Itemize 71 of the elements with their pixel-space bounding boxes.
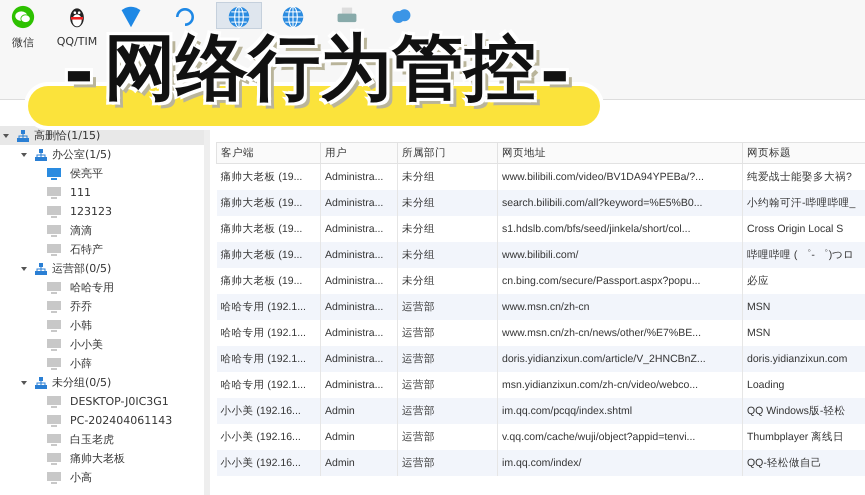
table-cell: 痛帅大老板 (19... [216, 190, 320, 216]
table-cell: MSN [742, 294, 865, 320]
globe-icon [227, 5, 251, 29]
table-cell: 哈哈专用 (192.1... [216, 294, 320, 320]
table-cell: www.msn.cn/zh-cn [498, 294, 742, 320]
tree-item[interactable]: 小高 [0, 468, 204, 487]
table-cell: doris.yidianzixun.com [742, 346, 865, 372]
tree-item[interactable]: 石特产 [0, 240, 204, 259]
caption-dash: - [64, 61, 94, 83]
table-cell: 未分组 [398, 190, 498, 216]
column-header[interactable]: 所属部门 [398, 142, 498, 164]
table-cell: doris.yidianzixun.com/article/V_2HNCBnZ... [498, 346, 742, 372]
caption-dash: - [540, 61, 570, 83]
tree-item[interactable]: 滴滴 [0, 221, 204, 240]
tree-item[interactable]: 高删恰(1/15) [0, 126, 204, 145]
refresh-icon [173, 5, 197, 29]
tree-item[interactable]: 侯亮平 [0, 164, 204, 183]
chat-icon [11, 5, 35, 29]
table-cell: 运营部 [398, 294, 498, 320]
caret-icon[interactable] [2, 132, 10, 140]
tree-item[interactable]: 乔乔 [0, 297, 204, 316]
table-cell: im.qq.com/index/ [498, 450, 742, 476]
table-cell: Administra... [320, 190, 398, 216]
tree-item[interactable]: 小薛 [0, 354, 204, 373]
tree-item[interactable]: 小小美 [0, 335, 204, 354]
table-cell: 运营部 [398, 398, 498, 424]
table-cell: Admin [320, 398, 398, 424]
table-cell: im.qq.com/pcqq/index.shtml [498, 398, 742, 424]
table-cell: Administra... [320, 294, 398, 320]
table-cell: QQ-轻松做自己 [742, 450, 865, 476]
column-header[interactable]: 客户端 [216, 142, 320, 164]
group-icon [34, 262, 48, 276]
caret-icon[interactable] [20, 378, 28, 386]
group-icon [34, 376, 48, 390]
table-cell: 哔哩哔哩 ( ゜- ゜)つロ [742, 242, 865, 268]
globe-icon [281, 5, 305, 29]
caret-icon[interactable] [20, 150, 28, 158]
toolbar-button[interactable]: 微信 [0, 2, 46, 56]
table-cell: search.bilibili.com/all?keyword=%E5%B0... [498, 190, 742, 216]
caret-icon[interactable] [20, 264, 28, 272]
group-icon [34, 148, 48, 162]
table-cell: Admin [320, 450, 398, 476]
table-cell: www.bilibili.com/ [498, 242, 742, 268]
tree-item[interactable]: 未分组(0/5) [0, 373, 204, 392]
table-cell: 小小美 (192.16... [216, 450, 320, 476]
tree-item[interactable]: 痛帅大老板 [0, 449, 204, 468]
table-cell: 运营部 [398, 450, 498, 476]
tree-item[interactable]: PC-202404061143 [0, 411, 204, 430]
column-header[interactable]: 网页标题 [742, 142, 865, 164]
table-cell: Administra... [320, 242, 398, 268]
table-cell: 运营部 [398, 346, 498, 372]
tree-item[interactable]: 办公室(1/5) [0, 145, 204, 164]
table-cell: 未分组 [398, 242, 498, 268]
column-header[interactable]: 用户 [320, 142, 398, 164]
table-cell: 痛帅大老板 (19... [216, 242, 320, 268]
table-cell: 小约翰可汗-哔哩哔哩_ [742, 190, 865, 216]
table-cell: 小小美 (192.16... [216, 398, 320, 424]
tree-item[interactable]: 111 [0, 183, 204, 202]
tree-item[interactable]: 白玉老虎 [0, 430, 204, 449]
tree-item[interactable]: 123123 [0, 202, 204, 221]
tree-item[interactable]: DESKTOP-J0IC3G1 [0, 392, 204, 411]
toolbar-button[interactable]: QQ/TIM [54, 2, 100, 56]
tree-item[interactable]: 运营部(0/5) [0, 259, 204, 278]
table-cell: 哈哈专用 (192.1... [216, 346, 320, 372]
tree-item[interactable]: 小韩 [0, 316, 204, 335]
table-cell: Administra... [320, 346, 398, 372]
group-icon [16, 128, 30, 142]
column-header[interactable]: 网页地址 [498, 142, 742, 164]
tree-item[interactable]: 哈哈专用 [0, 278, 204, 297]
toolbar-button[interactable] [216, 2, 262, 29]
table-cell: QQ Windows版-轻松 [742, 398, 865, 424]
